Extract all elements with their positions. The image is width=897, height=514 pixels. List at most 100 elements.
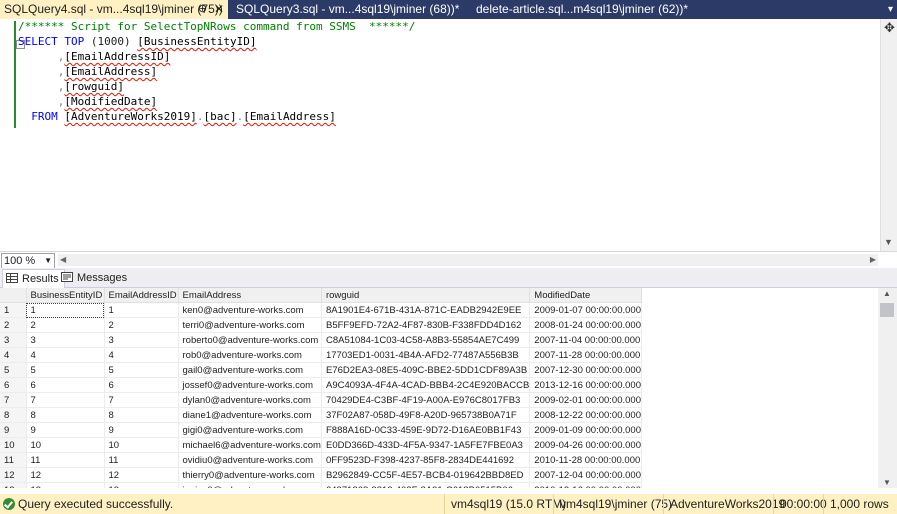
table-cell[interactable]: 1 [104, 302, 179, 318]
table-cell[interactable]: C8A51084-1C03-4C58-A8B3-55854AE7C499 [321, 332, 531, 348]
table-row[interactable]: 3 3 3 roberto0@adventure-works.com C8A51084-… [0, 332, 642, 348]
table-cell[interactable]: 9 [104, 422, 179, 438]
table-cell[interactable]: 2009-01-07 00:00:00.000 [529, 302, 642, 318]
table-cell[interactable]: 17703ED1-0031-4B4A-AFD2-77487A556B3B [321, 347, 531, 363]
table-row[interactable]: 12 12 12 thierry0@adventure-works.com B29628… [0, 467, 642, 483]
zoom-select[interactable]: 100 % ▼ [1, 253, 55, 269]
table-cell[interactable]: 1 [26, 302, 105, 318]
row-number[interactable]: 1 [0, 302, 27, 318]
row-number-header[interactable] [0, 288, 27, 303]
scroll-down-icon[interactable]: ▼ [884, 237, 893, 247]
table-cell[interactable]: E76D2EA3-08E5-409C-BBE2-5DD1CDF89A3B [321, 362, 531, 378]
table-cell[interactable]: 13 [104, 482, 179, 488]
table-cell[interactable]: 70429DE4-C3BF-4F19-A00A-E976C8017FB3 [321, 392, 531, 408]
table-row[interactable]: 131313janice0@adventure-works.com6487126… [0, 482, 642, 488]
code-line[interactable]: /****** Script for SelectTopNRows comman… [18, 19, 415, 34]
row-number[interactable]: 8 [0, 407, 27, 423]
table-cell[interactable]: 5 [26, 362, 105, 378]
tab-messages[interactable]: Messages [58, 269, 132, 287]
table-cell[interactable]: 12 [104, 467, 179, 483]
table-cell[interactable]: 2010-12-16 00:00:00.000 [529, 482, 642, 488]
row-number[interactable]: 9 [0, 422, 27, 438]
table-cell[interactable]: 4 [104, 347, 179, 363]
code-line[interactable]: ,[rowguid] [18, 79, 415, 94]
row-number[interactable]: 10 [0, 437, 27, 453]
table-cell[interactable]: roberto0@adventure-works.com [178, 332, 322, 348]
tab-dropdown-icon[interactable]: ▾ [884, 0, 897, 19]
table-cell[interactable]: ken0@adventure-works.com [178, 302, 322, 318]
table-cell[interactable]: 64871268-3812-402F-8A91-C618B6515B06 [321, 482, 531, 488]
table-cell[interactable]: 8A1901E4-671B-431A-871C-EADB2942E9EE [321, 302, 531, 318]
table-row[interactable]: 2 2 2 terri0@adventure-works.com B5FF9EFD-72… [0, 317, 642, 333]
table-row[interactable]: 5 5 5 gail0@adventure-works.com E76D2EA3-08E… [0, 362, 642, 378]
table-cell[interactable]: B5FF9EFD-72A2-4F87-830B-F338FDD4D162 [321, 317, 531, 333]
table-cell[interactable]: michael6@adventure-works.com [178, 437, 322, 453]
table-cell[interactable]: diane1@adventure-works.com [178, 407, 322, 423]
table-row[interactable]: 11 11 11 ovidiu0@adventure-works.com 0FF9523… [0, 452, 642, 468]
row-number[interactable]: 4 [0, 347, 27, 363]
code-line[interactable]: FROM [AdventureWorks2019].[bac].[EmailAd… [18, 109, 415, 124]
table-cell[interactable]: 11 [104, 452, 179, 468]
table-cell[interactable]: F888A16D-0C33-459E-9D72-D16AE0BB1F43 [321, 422, 531, 438]
query-editor[interactable]: − /****** Script for SelectTopNRows comm… [0, 19, 880, 251]
column-header[interactable]: ModifiedDate [529, 288, 642, 303]
table-cell[interactable]: gigi0@adventure-works.com [178, 422, 322, 438]
table-cell[interactable]: 5 [104, 362, 179, 378]
table-cell[interactable]: 8 [104, 407, 179, 423]
code-line[interactable]: ,[EmailAddress] [18, 64, 415, 79]
table-row[interactable]: 4 4 4 rob0@adventure-works.com 17703ED1-0031… [0, 347, 642, 363]
tab-sqlquery4[interactable]: SQLQuery4.sql - vm...4sql19\jminer (75))… [0, 0, 228, 19]
table-row[interactable]: 6 6 6 jossef0@adventure-works.com A9C4093A-4… [0, 377, 642, 393]
code-line[interactable]: ,[EmailAddressID] [18, 49, 415, 64]
table-cell[interactable]: janice0@adventure-works.com [178, 482, 322, 488]
table-row[interactable]: 10 10 10 michael6@adventure-works.com E0DD36… [0, 437, 642, 453]
table-cell[interactable]: 2 [104, 317, 179, 333]
editor-vertical-scrollbar[interactable]: ✥ ▼ [880, 19, 897, 251]
table-cell[interactable]: 2009-02-01 00:00:00.000 [529, 392, 642, 408]
table-cell[interactable]: 37F02A87-058D-49F8-A20D-965738B0A71F [321, 407, 531, 423]
table-row[interactable]: 8 8 8 diane1@adventure-works.com 37F02A87-05… [0, 407, 642, 423]
table-cell[interactable]: A9C4093A-4F4A-4CAD-BBB4-2C4E920BACCB [321, 377, 531, 393]
table-cell[interactable]: 10 [26, 437, 105, 453]
table-cell[interactable]: 0FF9523D-F398-4237-85F8-2834DE441692 [321, 452, 531, 468]
row-number[interactable]: 12 [0, 467, 27, 483]
code-area[interactable]: /****** Script for SelectTopNRows comman… [18, 19, 415, 124]
table-cell[interactable]: 2009-01-09 00:00:00.000 [529, 422, 642, 438]
table-cell[interactable]: 4 [26, 347, 105, 363]
table-cell[interactable]: 2 [26, 317, 105, 333]
grid-vertical-scrollbar[interactable]: ▲ ▼ [878, 288, 897, 488]
results-grid[interactable]: BusinessEntityID EmailAddressID EmailAddre… [0, 288, 878, 488]
table-cell[interactable]: ovidiu0@adventure-works.com [178, 452, 322, 468]
table-cell[interactable]: 8 [26, 407, 105, 423]
table-cell[interactable]: 13 [26, 482, 105, 488]
row-number[interactable]: 13 [0, 482, 27, 488]
table-cell[interactable]: terri0@adventure-works.com [178, 317, 322, 333]
table-row[interactable]: 1 1 1 ken0@adventure-works.com 8A1901E4-671B… [0, 302, 642, 318]
scroll-up-icon[interactable]: ▲ [883, 289, 891, 298]
table-cell[interactable]: 12 [26, 467, 105, 483]
table-cell[interactable]: 2007-11-04 00:00:00.000 [529, 332, 642, 348]
scroll-right-icon[interactable]: ▶ [870, 254, 876, 266]
column-header[interactable]: BusinessEntityID [26, 288, 105, 303]
row-number[interactable]: 2 [0, 317, 27, 333]
scroll-thumb[interactable] [880, 303, 894, 317]
tab-delete-article[interactable]: delete-article.sql...m4sql19\jminer (62)… [476, 0, 688, 19]
row-number[interactable]: 6 [0, 377, 27, 393]
code-line[interactable]: SELECT TOP (1000) [BusinessEntityID] [18, 34, 415, 49]
table-cell[interactable]: 9 [26, 422, 105, 438]
table-cell[interactable]: 7 [104, 392, 179, 408]
scroll-down-icon[interactable]: ▼ [883, 478, 891, 487]
table-cell[interactable]: 2010-11-28 00:00:00.000 [529, 452, 642, 468]
row-number[interactable]: 5 [0, 362, 27, 378]
table-cell[interactable]: 10 [104, 437, 179, 453]
pin-icon[interactable]: ⊕ [198, 0, 207, 19]
table-cell[interactable]: E0DD366D-433D-4F5A-9347-1A5FE7FBE0A3 [321, 437, 531, 453]
split-editor-icon[interactable]: ✥ [883, 21, 896, 34]
table-cell[interactable]: thierry0@adventure-works.com [178, 467, 322, 483]
table-cell[interactable]: 2013-12-16 00:00:00.000 [529, 377, 642, 393]
column-header[interactable]: EmailAddress [178, 288, 322, 303]
row-number[interactable]: 3 [0, 332, 27, 348]
row-number[interactable]: 11 [0, 452, 27, 468]
row-number[interactable]: 7 [0, 392, 27, 408]
close-icon[interactable]: ✕ [214, 0, 224, 19]
